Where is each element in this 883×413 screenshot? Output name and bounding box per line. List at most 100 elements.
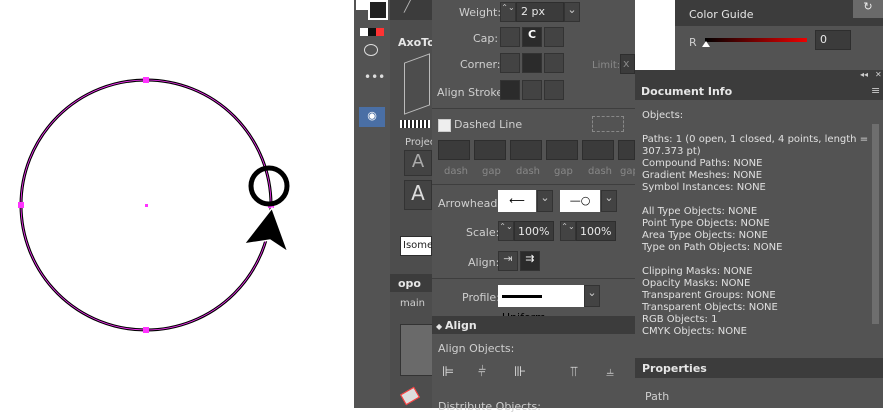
projection-b-button[interactable]: A [404,180,432,210]
artboard-canvas[interactable] [0,0,354,408]
butt-cap-button[interactable] [500,27,520,47]
main-sublabel: main [400,298,425,309]
document-info-line [642,254,868,266]
gap-label-2: gap [554,166,573,177]
dash-input-1[interactable] [438,140,470,160]
properties-panel: Properties Path [635,358,883,408]
anchor-point-bottom[interactable] [143,327,149,333]
cap-label: Cap: [473,32,499,45]
arrow-extend-button[interactable]: ⇥ [498,251,518,271]
scale-end-input[interactable]: 100% [576,221,616,241]
panel-menu-icon[interactable]: ↻ [853,0,883,18]
collapse-panel-icon[interactable]: ◂◂ [860,70,868,79]
document-info-line: 307.373 pt) [642,146,701,157]
projection-dropdown[interactable]: Isome [400,236,433,256]
dash-input-2[interactable] [510,140,542,160]
align-tab[interactable]: ◆ Align [436,319,477,332]
arrow-place-button[interactable]: ⇉ [520,251,540,271]
eye-icon[interactable]: ◉ [359,107,385,127]
eraser-icon[interactable] [400,386,420,406]
red-channel-input[interactable]: 0 [815,30,851,50]
gap-input-2[interactable] [546,140,578,160]
align-outside-button[interactable] [544,80,564,100]
document-info-line: Point Type Objects: NONE [642,218,770,229]
bevel-join-button[interactable] [544,53,564,73]
round-cap-button[interactable]: C [522,27,542,47]
align-top-icon[interactable]: ⫪ [570,364,578,380]
slider-thumb-icon[interactable] [702,41,710,47]
scrollbar[interactable] [872,124,879,324]
document-info-text: Objects: Paths: 1 (0 open, 1 closed, 4 p… [642,110,868,338]
round-join-button[interactable] [522,53,542,73]
dashed-line-checkbox[interactable] [438,119,451,132]
dash-pattern-icon[interactable] [592,116,624,132]
document-info-line: Clipping Masks: NONE [642,266,753,277]
projection-a-button[interactable]: A [404,150,432,176]
color-guide-tab[interactable]: Color Guide [689,8,754,21]
panel-options-icon[interactable]: ≡ [871,84,880,97]
document-info-line: Opacity Masks: NONE [642,278,751,289]
axotools-tab[interactable]: AxoTo [398,36,435,49]
profile-select[interactable]: Uniform [498,285,584,324]
gap-input-1[interactable] [474,140,506,160]
draw-mode-icon[interactable] [364,44,378,56]
profile-dropdown[interactable]: ⌄ [584,285,600,307]
miter-join-button[interactable] [500,53,520,73]
document-info-line: CMYK Objects: NONE [642,326,747,337]
align-inside-button[interactable] [522,80,542,100]
direct-select-icon[interactable]: ╱ [404,0,411,13]
canvas-drawing[interactable] [0,0,354,408]
distribute-objects-label: Distribute Objects: [438,400,541,413]
dashed-line-label: Dashed Line [454,118,523,131]
stroke-swatch[interactable] [368,0,388,20]
close-panel-icon[interactable]: ✕ [875,70,882,79]
align-right-icon[interactable]: ⊪ [514,364,526,380]
document-info-tab[interactable]: Document Info [641,85,732,98]
scale-start-input[interactable]: 100% [514,221,554,241]
end-arrowhead-dropdown[interactable]: ⌄ [601,190,617,212]
more-tools-icon[interactable]: ••• [364,70,385,84]
start-arrowhead-dropdown[interactable]: ⌄ [537,190,553,212]
align-vcenter-icon[interactable]: ⫨ [606,364,614,380]
gap-input-3[interactable] [618,140,635,160]
weight-input[interactable]: 2 px [516,2,564,22]
scale-start-stepper[interactable]: ⌃⌄ [498,221,514,241]
color-guide-panel: Color Guide ↻ R 0 [675,0,883,70]
arrowheads-label: Arrowheads: [438,197,507,210]
limit-input[interactable]: x [620,54,635,74]
document-info-line: Area Type Objects: NONE [642,230,768,241]
end-arrowhead-select[interactable]: —○ [560,190,600,212]
anchor-point-left[interactable] [18,202,24,208]
preview-box [400,324,434,376]
align-hcenter-icon[interactable]: ⫩ [478,364,486,380]
start-arrowhead-select[interactable]: ⟵ [498,190,536,212]
swap-color-icon[interactable] [360,28,384,36]
anchor-point-top[interactable] [143,77,149,83]
document-info-line: Transparent Objects: NONE [642,302,778,313]
align-title: Align [444,319,477,332]
projecting-cap-button[interactable] [544,27,564,47]
axotools-panel: ╱ AxoTo Projec A A Isome opo main [390,0,435,408]
profile-line [502,294,542,298]
align-stroke-label: Align Stroke: [437,86,507,99]
document-info-line: Gradient Meshes: NONE [642,170,763,181]
weight-stepper[interactable]: ⌃⌄ [500,2,516,22]
align-arrow-label: Align: [468,256,500,269]
slider-strip[interactable] [400,120,430,128]
collapse-icon[interactable]: ◆ [436,322,445,331]
align-center-button[interactable] [500,80,520,100]
properties-tab[interactable]: Properties [642,362,707,375]
document-info-line: RGB Objects: 1 [642,314,718,325]
dash-input-3[interactable] [582,140,614,160]
center-point [145,204,148,207]
align-left-icon[interactable]: ⊫ [442,364,454,380]
dash-label-2: dash [516,166,541,177]
weight-dropdown-button[interactable]: ⌄ [564,2,580,22]
red-channel-slider[interactable] [705,38,807,42]
document-info-line: Type on Path Objects: NONE [642,242,783,253]
properties-selection-type: Path [645,390,670,403]
scale-label: Scale: [466,226,500,239]
fill-stroke-swatch[interactable] [356,0,368,10]
opo-tab[interactable]: opo [398,277,421,290]
scale-end-stepper[interactable]: ⌃⌄ [560,221,576,241]
